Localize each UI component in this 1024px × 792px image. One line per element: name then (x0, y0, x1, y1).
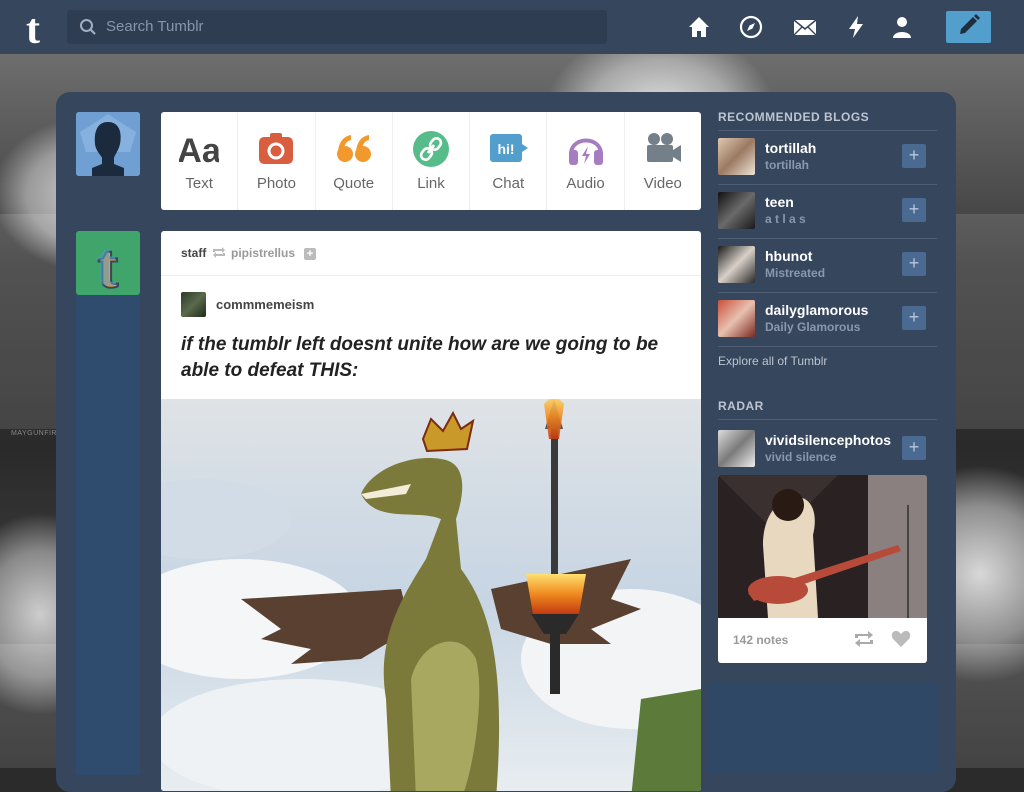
post-type-label: Photo (256, 175, 297, 192)
post-type-quote[interactable]: Quote (316, 112, 393, 210)
activity-icon[interactable] (843, 14, 869, 40)
blog-avatar[interactable] (718, 246, 755, 283)
radar-blog-title: vivid silence (765, 450, 837, 464)
blog-avatar[interactable] (718, 192, 755, 229)
post-type-selector: Aa Text Photo Quote Link hi! Chat Audio … (161, 112, 701, 210)
svg-text:Aa: Aa (179, 132, 219, 168)
follow-blog-button[interactable]: + (902, 436, 926, 460)
radar-blog-name[interactable]: vividsilencephotos (765, 432, 891, 448)
follow-plus-icon[interactable]: + (304, 248, 316, 260)
background-watermark: MAYGUNFIRE (11, 430, 63, 437)
divider (718, 346, 937, 347)
default-avatar-icon (76, 112, 140, 176)
follow-blog-button[interactable]: + (902, 306, 926, 330)
divider (718, 238, 937, 239)
blog-title: a t l a s (765, 212, 806, 226)
post-image[interactable] (161, 399, 701, 791)
post-type-chat[interactable]: hi! Chat (470, 112, 548, 210)
account-icon[interactable] (889, 14, 915, 40)
blog-title: Mistreated (765, 266, 826, 280)
follow-blog-button[interactable]: + (902, 144, 926, 168)
blog-name[interactable]: tortillah (765, 140, 816, 156)
svg-text:hi!: hi! (498, 141, 515, 157)
explore-icon[interactable] (738, 14, 764, 40)
tumblr-logo-icon[interactable]: t (16, 7, 50, 47)
audio-icon (568, 138, 603, 165)
follow-blog-button[interactable]: + (902, 198, 926, 222)
blog-name[interactable]: dailyglamorous (765, 302, 868, 318)
post-type-audio[interactable]: Audio (547, 112, 625, 210)
blog-avatar[interactable] (718, 300, 755, 337)
blog-name[interactable]: teen (765, 194, 794, 210)
divider (718, 419, 937, 420)
radar-post: 142 notes (718, 475, 927, 663)
blog-avatar[interactable] (718, 138, 755, 175)
post-type-label: Text (185, 175, 213, 192)
top-navigation-bar: t Search Tumblr (0, 0, 1024, 54)
user-avatar[interactable] (76, 112, 140, 176)
chat-icon: hi! (490, 134, 529, 162)
post-type-label: Chat (492, 175, 525, 192)
staff-avatar[interactable]: t t (76, 231, 140, 302)
post-type-label: Video (643, 175, 682, 192)
blog-name[interactable]: hbunot (765, 248, 812, 264)
divider (718, 184, 937, 185)
divider (718, 292, 937, 293)
follow-blog-button[interactable]: + (902, 252, 926, 276)
compose-icon (960, 14, 980, 34)
reblog-icon (213, 247, 225, 258)
explore-link[interactable]: Explore all of Tumblr (718, 354, 827, 368)
post-type-label: Link (417, 175, 445, 192)
radar-post-image[interactable] (718, 475, 927, 618)
blog-title: Daily Glamorous (765, 320, 861, 334)
reblogger-name[interactable]: staff (181, 246, 206, 260)
recommended-blogs-title: RECOMMENDED BLOGS (718, 110, 870, 124)
post-type-label: Quote (333, 175, 375, 192)
radar-title: RADAR (718, 399, 764, 413)
post-type-photo[interactable]: Photo (238, 112, 316, 210)
staff-tumblr-icon: t t (96, 231, 120, 302)
post-avatar-rail (76, 295, 140, 775)
radar-notes-count[interactable]: 142 notes (733, 633, 788, 647)
blog-title: tortillah (765, 158, 809, 172)
svg-text:t: t (26, 7, 40, 47)
post-type-text[interactable]: Aa Text (161, 112, 239, 210)
search-box[interactable]: Search Tumblr (67, 10, 607, 44)
home-icon[interactable] (686, 14, 712, 40)
reblog-icon[interactable] (854, 631, 874, 647)
post-title: if the tumblr left doesnt unite how are … (181, 334, 659, 381)
like-heart-icon[interactable] (891, 630, 911, 648)
video-icon (646, 133, 681, 162)
reblogged-from-name[interactable]: pipistrellus (231, 246, 295, 260)
photo-icon (259, 133, 294, 164)
inbox-icon[interactable] (792, 14, 818, 40)
search-input[interactable]: Search Tumblr (106, 18, 204, 35)
text-icon: Aa (179, 132, 219, 168)
compose-button[interactable] (946, 11, 991, 43)
radar-blog-avatar[interactable] (718, 430, 755, 467)
svg-text:t: t (96, 231, 117, 295)
divider (718, 130, 937, 131)
link-icon (412, 131, 449, 167)
source-blog-name[interactable]: commmemeism (216, 297, 314, 312)
post-header: staff pipistrellus + (161, 231, 701, 276)
dashboard-post: staff pipistrellus + commmemeism if the … (161, 231, 701, 791)
post-type-link[interactable]: Link (393, 112, 471, 210)
source-avatar[interactable] (181, 292, 206, 317)
search-icon (80, 19, 96, 35)
quote-icon (336, 135, 371, 162)
radar-panel-bottom (708, 683, 937, 773)
post-type-video[interactable]: Video (625, 112, 701, 210)
post-type-label: Audio (566, 175, 605, 192)
